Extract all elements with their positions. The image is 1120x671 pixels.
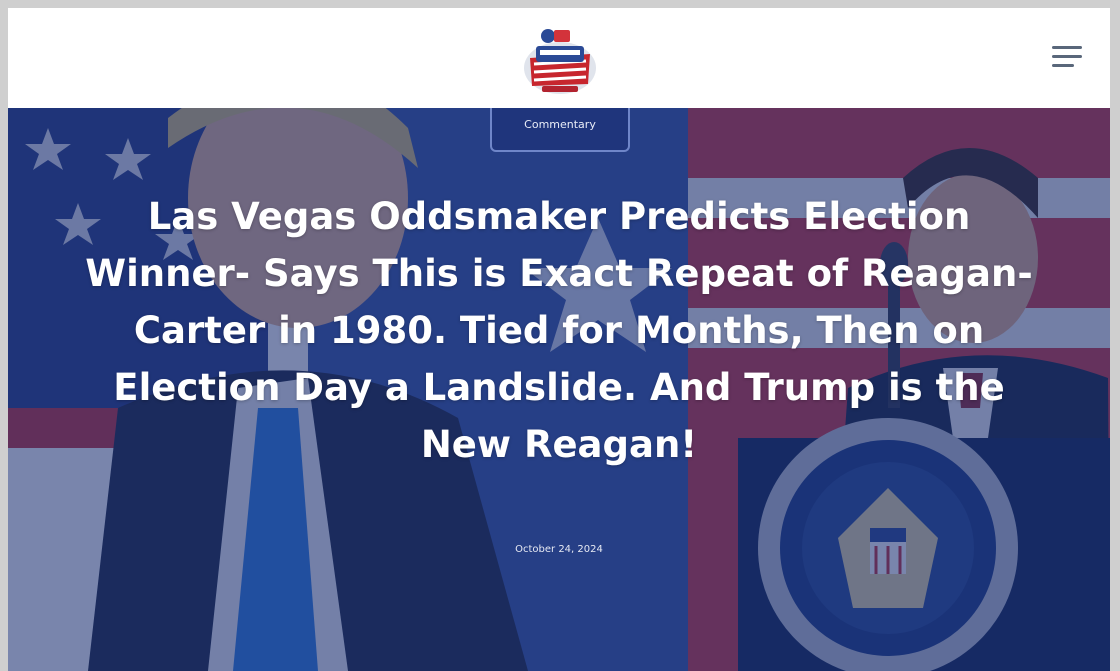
browser-page: Commentary Las Vegas Oddsmaker Predicts …: [8, 8, 1110, 671]
category-badge[interactable]: Commentary: [490, 108, 630, 152]
article-headline[interactable]: Las Vegas Oddsmaker Predicts Election Wi…: [78, 188, 1040, 473]
america-logo-icon: [524, 29, 596, 94]
post-date: October 24, 2024: [515, 544, 603, 555]
site-logo[interactable]: [520, 20, 600, 98]
site-header: [8, 8, 1110, 109]
hamburger-menu-icon[interactable]: [1052, 46, 1082, 68]
hero-section: Commentary Las Vegas Oddsmaker Predicts …: [8, 108, 1110, 671]
